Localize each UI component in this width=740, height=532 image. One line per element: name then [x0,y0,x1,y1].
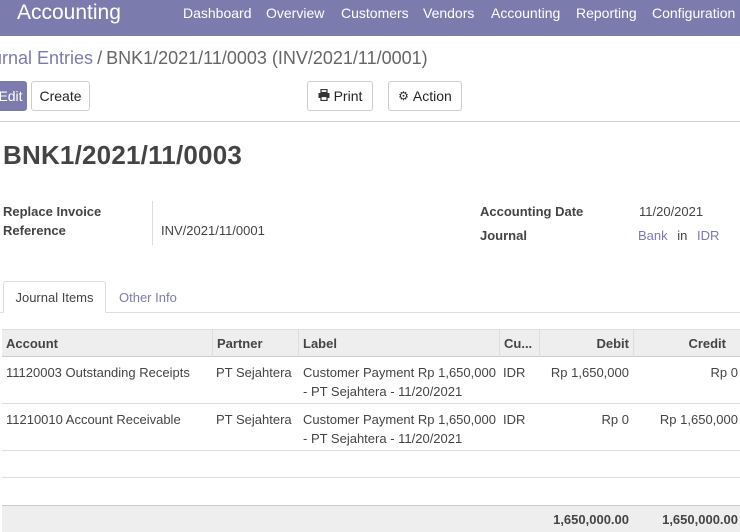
column-debit[interactable]: Debit [540,330,634,357]
empty-table-row [2,451,740,478]
row-account: 11210010 Account Receivable [6,412,181,427]
tab-journal-items[interactable]: Journal Items [3,281,106,313]
field-separator [152,201,153,245]
accounting-date-label: Accounting Date [480,204,584,219]
row-label: Customer Payment Rp 1,650,000 - PT Sejah… [303,363,496,401]
row-label-line2: - PT Sejahtera - 11/20/2021 [303,384,463,399]
row-partner: PT Sejahtera [216,365,292,380]
reference-value: INV/2021/11/0001 [161,223,265,238]
create-button-label: Create [39,88,82,104]
total-debit: 1,650,000.00 [553,512,629,527]
row-partner: PT Sejahtera [216,412,292,427]
column-currency[interactable]: Cu... [500,330,540,357]
journal-value-row: Bank in IDR [638,228,719,243]
print-icon [318,88,330,104]
menu-reporting[interactable]: Reporting [576,5,637,21]
row-debit: Rp 1,650,000 [550,365,629,380]
row-label-line1: Customer Payment Rp 1,650,000 [303,412,496,427]
menu-vendors[interactable]: Vendors [423,5,474,21]
journal-label: Journal [480,228,527,243]
row-label-line2: - PT Sejahtera - 11/20/2021 [303,431,463,446]
breadcrumb-separator: / [97,48,103,68]
column-credit[interactable]: Credit [634,330,740,357]
journal-link[interactable]: Bank [638,228,668,243]
total-credit: 1,650,000.00 [662,512,738,527]
print-button[interactable]: Print [307,81,373,111]
table-row[interactable]: 11210010 Account Receivable PT Sejahtera… [2,404,740,451]
breadcrumb-current: BNK1/2021/11/0003 (INV/2021/11/0001) [106,48,428,68]
empty-table-row [2,478,740,505]
row-debit: Rp 0 [601,412,629,427]
action-button-label: Action [412,88,452,104]
column-account[interactable]: Account [2,330,213,357]
column-label[interactable]: Label [299,330,500,357]
action-button[interactable]: ⚙ Action [388,81,462,111]
breadcrumb-journal-entries[interactable]: urnal Entries [0,48,93,68]
column-partner[interactable]: Partner [213,330,299,357]
tab-other-info[interactable]: Other Info [119,281,177,313]
menu-dashboard[interactable]: Dashboard [183,5,252,21]
replace-invoice-label: Replace Invoice [3,204,102,219]
menu-customers[interactable]: Customers [341,5,409,21]
edit-button-label: Edit [0,88,23,104]
row-currency: IDR [503,365,526,380]
row-label-line1: Customer Payment Rp 1,650,000 [303,365,496,380]
app-title[interactable]: Accounting [17,1,121,25]
breadcrumb: urnal Entries / BNK1/2021/11/0003 (INV/202… [0,48,428,69]
menu-configuration[interactable]: Configuration [652,5,735,21]
table-row[interactable]: 11120003 Outstanding Receipts PT Sejahte… [2,357,740,404]
row-credit: Rp 1,650,000 [659,412,738,427]
reference-label: Reference [3,223,66,238]
record-title: BNK1/2021/11/0003 [3,140,243,170]
accounting-date-value: 11/20/2021 [639,204,704,219]
row-currency: IDR [503,412,526,427]
menu-accounting[interactable]: Accounting [491,5,560,21]
edit-button[interactable]: Edit [0,81,27,111]
journal-in-text: in [677,228,688,243]
row-account: 11120003 Outstanding Receipts [6,365,190,380]
top-navbar: Accounting Dashboard Overview Customers … [0,0,740,36]
create-button[interactable]: Create [31,81,90,111]
journal-currency-link[interactable]: IDR [697,228,719,243]
menu-overview[interactable]: Overview [266,5,324,21]
row-credit: Rp 0 [710,365,738,380]
gear-icon: ⚙ [398,89,409,103]
row-label: Customer Payment Rp 1,650,000 - PT Sejah… [303,410,496,448]
table-header: Account Partner Label Cu... Debit Credit [2,329,740,357]
tabs-baseline [0,312,740,313]
table-footer-totals: 1,650,000.00 1,650,000.00 [2,505,740,532]
print-button-label: Print [333,88,363,104]
control-panel-divider [0,121,740,122]
